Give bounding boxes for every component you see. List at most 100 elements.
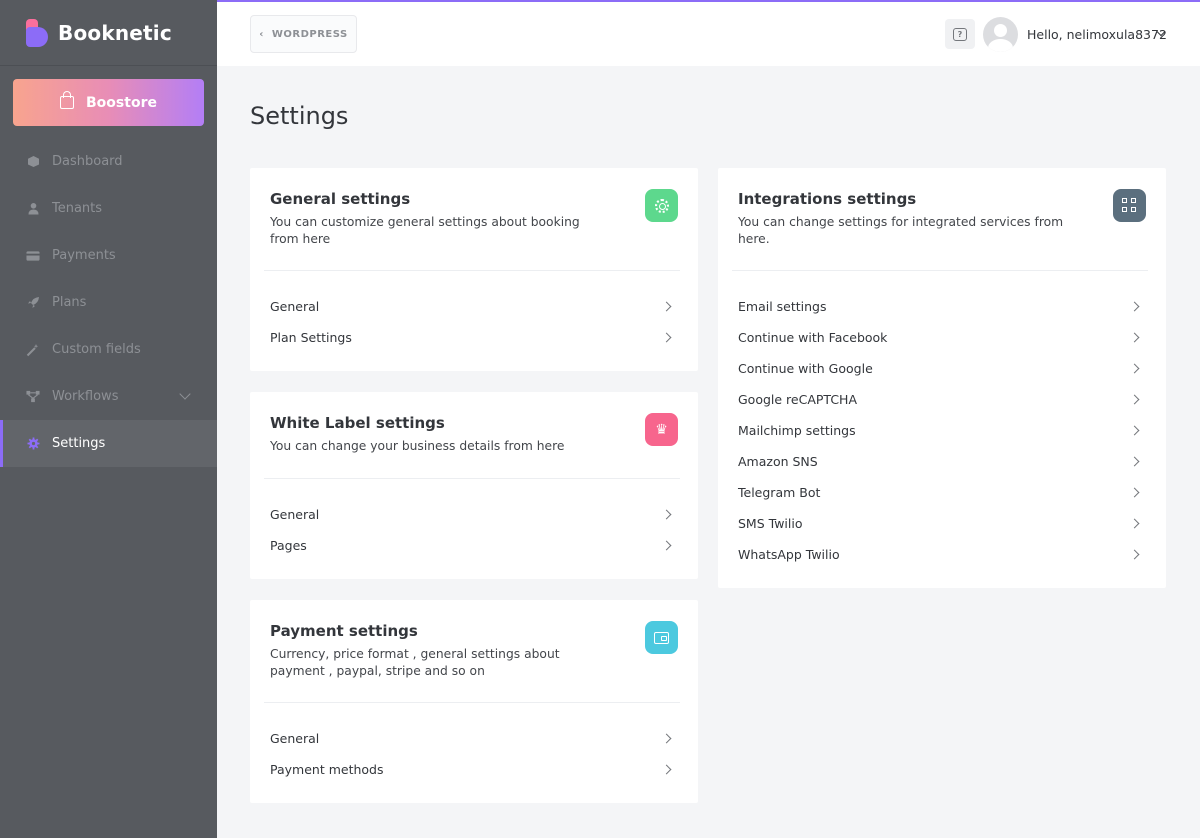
sidebar-menu: Dashboard Tenants Payments Plans Custom … [0,138,217,467]
sidebar-item-label: Plans [52,295,87,310]
help-button[interactable]: ? [945,19,975,49]
chevron-left-icon: ‹ [259,28,264,40]
settings-link-label: Amazon SNS [738,454,818,469]
user-icon [26,202,40,216]
sidebar-item-label: Custom fields [52,342,141,357]
workflow-icon [26,390,40,404]
settings-link-plan-settings[interactable]: Plan Settings [250,322,698,353]
chevron-down-icon[interactable] [179,388,191,400]
brand[interactable]: Booknetic [0,0,217,66]
settings-link-amazon-sns[interactable]: Amazon SNS [718,446,1166,477]
card-description: Currency, price format , general setting… [270,647,560,678]
general-settings-card: General settings You can customize gener… [250,168,698,371]
help-icon: ? [953,27,967,41]
wallet-icon [645,621,678,654]
back-to-wordpress-button[interactable]: ‹ WORDPRESS [250,15,357,53]
settings-link-general[interactable]: General [250,291,698,322]
settings-link-general[interactable]: General [250,499,698,530]
settings-link-payment-methods[interactable]: Payment methods [250,754,698,785]
gear-icon [645,189,678,222]
shopping-bag-icon [60,91,75,109]
card-description: You can change settings for integrated s… [738,215,1064,246]
settings-link-label: Telegram Bot [738,485,821,500]
chevron-right-icon [1129,549,1140,560]
card-description: You can customize general settings about… [270,215,580,246]
settings-link-email[interactable]: Email settings [718,291,1166,322]
chevron-right-icon [661,332,672,343]
sidebar-item-settings[interactable]: Settings [0,420,217,467]
sidebar-item-tenants[interactable]: Tenants [0,185,217,232]
payment-settings-card: Payment settings Currency, price format … [250,600,698,803]
card-title: White Label settings [270,414,445,432]
credit-card-icon [26,249,40,263]
chevron-right-icon [661,301,672,312]
settings-link-mailchimp[interactable]: Mailchimp settings [718,415,1166,446]
settings-link-label: SMS Twilio [738,516,803,531]
sidebar-item-dashboard[interactable]: Dashboard [0,138,217,185]
chevron-right-icon [1129,363,1140,374]
settings-link-label: WhatsApp Twilio [738,547,840,562]
settings-link-label: General [270,507,320,522]
settings-link-facebook[interactable]: Continue with Facebook [718,322,1166,353]
settings-link-general[interactable]: General [250,723,698,754]
card-title: General settings [270,190,411,208]
settings-link-label: Payment methods [270,762,384,777]
booknetic-logo [26,18,48,47]
settings-link-pages[interactable]: Pages [250,530,698,561]
settings-link-label: Pages [270,538,307,553]
user-greeting[interactable]: Hello, nelimoxula8372 [1027,27,1167,42]
integrations-settings-card: Integrations settings You can change set… [718,168,1166,588]
brand-name: Booknetic [58,20,172,45]
sidebar-item-plans[interactable]: Plans [0,279,217,326]
chevron-right-icon [1129,425,1140,436]
settings-link-recaptcha[interactable]: Google reCAPTCHA [718,384,1166,415]
sidebar-item-payments[interactable]: Payments [0,232,217,279]
settings-link-telegram[interactable]: Telegram Bot [718,477,1166,508]
settings-link-label: Email settings [738,299,827,314]
avatar[interactable] [983,17,1018,52]
settings-link-whatsapp-twilio[interactable]: WhatsApp Twilio [718,539,1166,570]
settings-link-label: Google reCAPTCHA [738,392,858,407]
boostore-button[interactable]: Boostore [13,79,204,126]
settings-link-sms-twilio[interactable]: SMS Twilio [718,508,1166,539]
chevron-right-icon [1129,394,1140,405]
chevron-right-icon [661,540,672,551]
card-title: Payment settings [270,622,418,640]
crown-icon: ♛ [645,413,678,446]
wordpress-label: WORDPRESS [271,28,348,40]
settings-link-label: Plan Settings [270,330,352,345]
settings-link-google[interactable]: Continue with Google [718,353,1166,384]
wand-icon [26,343,40,357]
chevron-right-icon [661,764,672,775]
sidebar-item-label: Dashboard [52,154,123,169]
settings-link-label: General [270,731,320,746]
sidebar-item-workflows[interactable]: Workflows [0,373,217,420]
chevron-right-icon [1129,301,1140,312]
sidebar-item-label: Payments [52,248,116,263]
settings-link-label: Mailchimp settings [738,423,856,438]
page-title: Settings [250,102,349,130]
settings-link-label: General [270,299,320,314]
card-title: Integrations settings [738,190,917,208]
boostore-label: Boostore [86,94,157,111]
settings-link-label: Continue with Facebook [738,330,888,345]
gear-icon [26,437,40,451]
settings-link-label: Continue with Google [738,361,873,376]
rocket-icon [26,296,40,310]
chevron-right-icon [1129,332,1140,343]
sidebar-item-label: Settings [52,436,106,451]
sidebar-item-label: Workflows [52,389,119,404]
integrations-icon [1113,189,1146,222]
card-description: You can change your business details fro… [270,439,565,453]
white-label-settings-card: White Label settings You can change your… [250,392,698,579]
chevron-right-icon [1129,456,1140,467]
sidebar-item-custom-fields[interactable]: Custom fields [0,326,217,373]
chevron-right-icon [661,509,672,520]
chevron-right-icon [1129,487,1140,498]
sidebar-item-label: Tenants [52,201,103,216]
dashboard-icon [26,155,40,169]
chevron-right-icon [661,733,672,744]
sidebar: Booknetic Boostore Dashboard Tenants Pay… [0,0,217,838]
chevron-right-icon [1129,518,1140,529]
top-bar: ‹ WORDPRESS ? Hello, nelimoxula8372 [217,0,1200,66]
